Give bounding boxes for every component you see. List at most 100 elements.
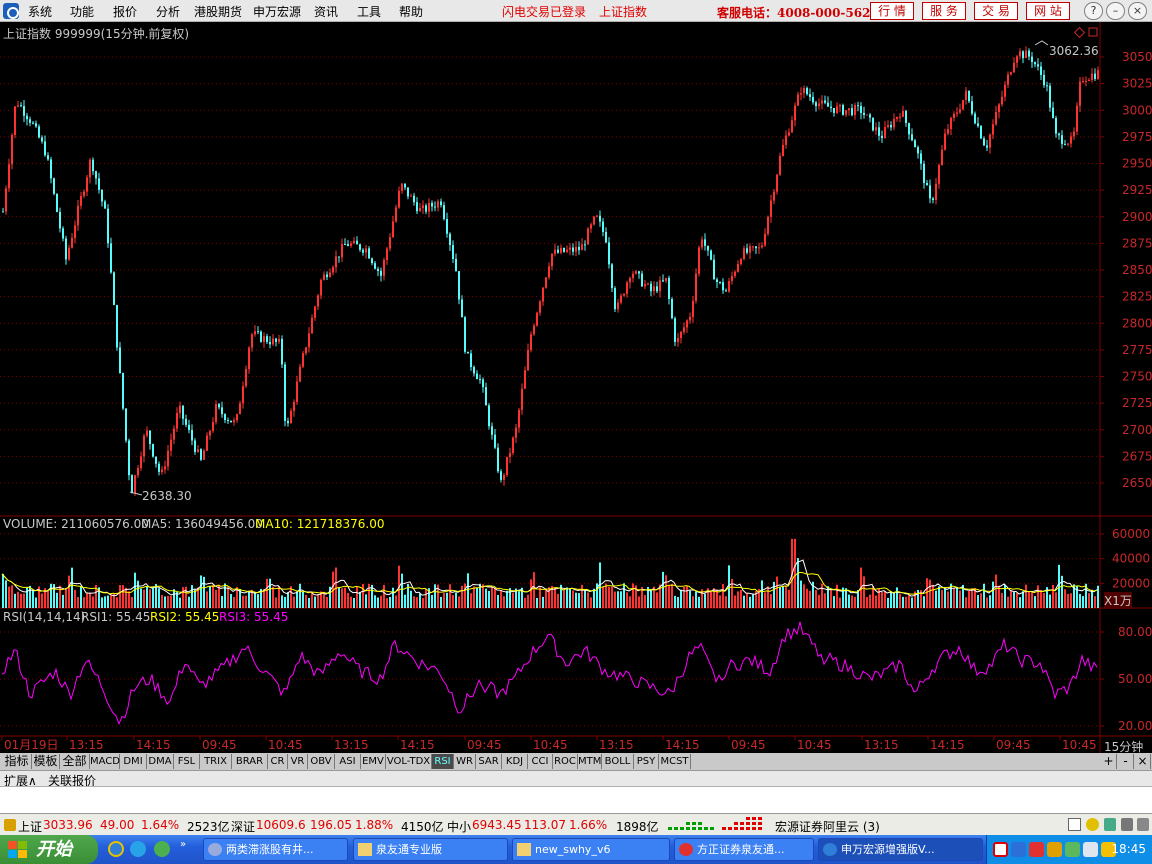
zoom-in-button[interactable]: + — [1101, 754, 1117, 769]
app-logo-icon[interactable] — [3, 3, 19, 19]
start-button[interactable]: 开始 — [0, 835, 98, 864]
candle-body-down — [722, 282, 724, 291]
menu-swhy[interactable]: 申万宏源 — [253, 3, 301, 20]
task-button-5-active[interactable]: 申万宏源增强版V... — [818, 838, 983, 861]
volume-bar — [80, 586, 82, 608]
service-button[interactable]: 服 务 — [922, 2, 966, 20]
indicator-tab-kdj[interactable]: KDJ — [502, 754, 528, 769]
candle-body-up — [428, 202, 430, 212]
indicator-tab-trix[interactable]: TRIX — [200, 754, 232, 769]
broker-server[interactable]: 宏源证券阿里云 (3) — [775, 818, 880, 835]
volume-bar — [965, 597, 967, 608]
menu-hk-futures[interactable]: 港股期货 — [194, 3, 242, 20]
candle-body-down — [38, 126, 40, 138]
task-label-5: 申万宏源增强版V... — [841, 843, 935, 856]
sz-index-change: 196.05 — [310, 818, 352, 832]
notification-icon[interactable] — [1086, 818, 1099, 831]
volume-bar — [281, 595, 283, 608]
indicator-tab-brar[interactable]: BRAR — [232, 754, 268, 769]
task-button-3[interactable]: new_swhy_v6 — [512, 838, 670, 861]
indicator-tab-cr[interactable]: CR — [268, 754, 288, 769]
zx-index-value[interactable]: 6943.45 — [472, 818, 522, 832]
candle-body-down — [650, 283, 652, 292]
website-button[interactable]: 网 站 — [1026, 2, 1070, 20]
menu-analysis[interactable]: 分析 — [156, 3, 180, 20]
volume-bar — [683, 586, 685, 608]
volume-bar — [863, 576, 865, 608]
network-icon[interactable] — [1011, 842, 1026, 857]
indicator-tab-dma[interactable]: DMA — [147, 754, 174, 769]
ie-icon[interactable] — [108, 841, 124, 857]
market-button[interactable]: 行 情 — [870, 2, 914, 20]
time-tick-label: 09:45 — [467, 738, 502, 752]
menu-quote[interactable]: 报价 — [113, 3, 137, 20]
sound-icon[interactable] — [1121, 818, 1133, 831]
indicator-tab-模板[interactable]: 模板 — [32, 754, 60, 769]
indicator-tab-psy[interactable]: PSY — [634, 754, 659, 769]
menu-tools[interactable]: 工具 — [357, 3, 381, 20]
task-button-4[interactable]: 方正证券泉友通... — [674, 838, 814, 861]
zoom-out-button[interactable]: - — [1118, 754, 1134, 769]
indicator-tab-vol-tdx[interactable]: VOL-TDX — [386, 754, 432, 769]
indicator-tab-mcst[interactable]: MCST — [659, 754, 691, 769]
menu-news[interactable]: 资讯 — [314, 3, 338, 20]
indicator-tab-cci[interactable]: CCI — [528, 754, 553, 769]
quicklaunch-expand-icon[interactable]: » — [180, 839, 186, 850]
candle-body-up — [788, 132, 790, 136]
security-icon[interactable] — [1029, 842, 1044, 857]
volume-bar — [185, 586, 187, 608]
sz-index-value[interactable]: 10609.6 — [256, 818, 306, 832]
indicator-tab-asi[interactable]: ASI — [335, 754, 361, 769]
settings-icon[interactable] — [1137, 818, 1149, 831]
update-icon[interactable] — [1047, 842, 1062, 857]
layout-icon[interactable] — [1068, 818, 1081, 831]
menu-function[interactable]: 功能 — [70, 3, 94, 20]
indicator-tab-boll[interactable]: BOLL — [602, 754, 634, 769]
candle-body-up — [8, 164, 10, 189]
indicator-tab-vr[interactable]: VR — [288, 754, 308, 769]
candle-body-up — [353, 240, 355, 244]
rsi-tick-label: 50.00 — [1118, 672, 1152, 686]
app-quicklaunch-icon[interactable] — [154, 841, 170, 857]
indicator-tab-sar[interactable]: SAR — [476, 754, 502, 769]
task-button-2[interactable]: 泉友通专业版 — [353, 838, 508, 861]
indicator-tab-wr[interactable]: WR — [454, 754, 476, 769]
indicator-tab-macd[interactable]: MACD — [90, 754, 120, 769]
shield-icon[interactable] — [1065, 842, 1080, 857]
candle-body-up — [644, 284, 646, 287]
volume-bar — [1079, 593, 1081, 608]
candle-body-up — [1007, 74, 1009, 85]
indicator-tab-指标[interactable]: 指标 — [2, 754, 32, 769]
kline-chart[interactable]: 3050 3025 3000 2975 2950 2925 2900 2875 2850 2825… — [0, 22, 1152, 753]
volume-bar — [149, 589, 151, 608]
volume-bar — [392, 587, 394, 608]
sh-index-change: 49.00 — [100, 818, 135, 832]
candle-body-down — [1049, 85, 1051, 108]
indicator-tab-obv[interactable]: OBV — [308, 754, 335, 769]
volume-icon[interactable] — [1083, 842, 1098, 857]
volume-bar — [794, 538, 796, 608]
menu-help[interactable]: 帮助 — [399, 3, 423, 20]
candle-body-down — [905, 110, 907, 124]
close-panel-button[interactable]: × — [1135, 754, 1151, 769]
indicator-tab-全部[interactable]: 全部 — [60, 754, 90, 769]
indicator-tab-mtm[interactable]: MTM — [578, 754, 602, 769]
help-circle-icon[interactable]: ? — [1084, 2, 1103, 20]
trade-button[interactable]: 交 易 — [974, 2, 1018, 20]
task-button-1[interactable]: 两类滞涨股有井... — [203, 838, 348, 861]
antivirus-icon[interactable] — [993, 842, 1008, 857]
sh-index-name: 上证 — [18, 820, 43, 834]
minimize-icon[interactable]: – — [1106, 2, 1125, 20]
close-icon[interactable]: × — [1128, 2, 1147, 20]
indicator-tab-roc[interactable]: ROC — [553, 754, 578, 769]
chart-title: 上证指数 999999(15分钟.前复权) — [3, 27, 190, 41]
menu-system[interactable]: 系统 — [28, 3, 52, 20]
browser-icon[interactable] — [130, 841, 146, 857]
indicator-tab-fsl[interactable]: FSL — [174, 754, 200, 769]
indicator-tab-emv[interactable]: EMV — [361, 754, 386, 769]
candle-body-up — [1013, 62, 1015, 73]
indicator-tab-dmi[interactable]: DMI — [120, 754, 147, 769]
indicator-tab-rsi[interactable]: RSI — [432, 754, 454, 769]
sh-index-value[interactable]: 3033.96 — [43, 818, 93, 832]
candle-body-up — [944, 133, 946, 150]
